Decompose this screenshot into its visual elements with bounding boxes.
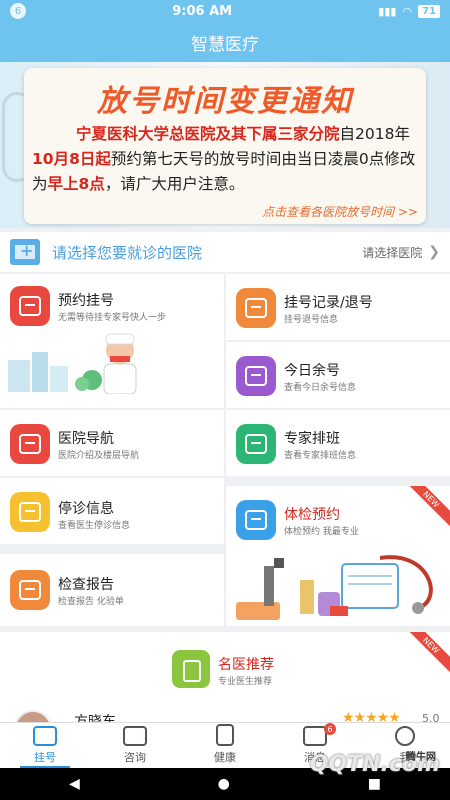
doctor-clock-icon: [10, 492, 50, 532]
tile-suspension[interactable]: 停诊信息 查看医生停诊信息: [0, 478, 224, 544]
chat-bubble-icon: [123, 726, 147, 746]
medical-equipment-illustration: [236, 555, 433, 620]
doctor-icon: [236, 424, 276, 464]
hospital-selector[interactable]: 请选择您要就诊的医院 请选择医院 ❯: [0, 232, 450, 272]
notice-link[interactable]: 点击查看各医院放号时间 >>: [262, 203, 418, 220]
tile-appointment[interactable]: 预约挂号 无需等待挂专家号快人一步: [0, 274, 224, 408]
status-bar: 6 9:06 AM ▮▮▮ ◠ 71: [0, 0, 450, 22]
tile-title: 挂号记录/退号: [284, 295, 373, 311]
tile-title: 体检预约: [284, 507, 340, 523]
tile-subtitle: 检查报告 化验单: [58, 597, 124, 607]
notice-card[interactable]: 放号时间变更通知 宁夏医科大学总医院及其下属三家分院自2018年10月8日起预约…: [24, 68, 426, 224]
hospital-select-label[interactable]: 请选择医院: [362, 244, 422, 261]
tab-label: 挂号: [34, 751, 56, 764]
tile-title: 今日余号: [284, 363, 340, 379]
app-title-bar: 智慧医疗: [0, 22, 450, 62]
famous-subtitle: 专业医生推荐: [218, 677, 273, 687]
clipboard-icon: [216, 724, 234, 746]
tile-subtitle: 查看专家排班信息: [284, 451, 357, 461]
thumbs-up-icon: [172, 650, 210, 688]
chevron-right-icon: ❯: [428, 244, 440, 260]
hospital-icon: [10, 239, 40, 265]
wifi-icon: ◠: [402, 4, 413, 18]
tile-report[interactable]: 检查报告 检查报告 化验单: [0, 554, 224, 626]
tile-title: 专家排班: [284, 431, 340, 447]
doctor-list-item[interactable]: 方晓东 ★★★★★ 5.0: [0, 702, 450, 724]
tab-register[interactable]: 挂号: [0, 723, 90, 768]
tile-remaining[interactable]: 今日余号 查看今日余号信息: [226, 342, 450, 408]
recent-apps-icon[interactable]: ■: [368, 776, 381, 792]
notification-icon: 6: [10, 3, 26, 19]
tile-subtitle: 无需等待挂专家号快人一步: [58, 313, 167, 323]
tab-label: 健康: [214, 751, 236, 764]
notice-title: 放号时间变更通知: [97, 84, 353, 119]
famous-title: 名医推荐: [218, 657, 274, 673]
notice-banner[interactable]: 放号时间变更通知 宁夏医科大学总医院及其下属三家分院自2018年10月8日起预约…: [0, 62, 450, 228]
tab-consult[interactable]: 咨询: [90, 723, 180, 768]
person-icon: [395, 726, 415, 746]
status-indicators: ▮▮▮ ◠ 71: [378, 4, 440, 18]
page-title: 智慧医疗: [191, 34, 259, 55]
tile-subtitle: 挂号退号信息: [284, 315, 339, 325]
status-time: 9:06 AM: [172, 3, 233, 19]
battery-icon: 71: [418, 4, 440, 18]
tile-title: 检查报告: [58, 577, 114, 593]
tile-title: 医院导航: [58, 431, 114, 447]
monitor-plus-icon: [33, 726, 57, 746]
famous-doctors-section[interactable]: NEW 名医推荐 专业医生推荐: [0, 632, 450, 702]
tab-label: 咨询: [124, 751, 146, 764]
tile-subtitle: 查看医生停诊信息: [58, 521, 131, 531]
hospital-building-icon: [10, 424, 50, 464]
calendar-clock-icon: [10, 286, 50, 326]
tile-schedule[interactable]: 专家排班 查看专家排班信息: [226, 410, 450, 476]
tile-records[interactable]: 挂号记录/退号 挂号退号信息: [226, 274, 450, 340]
watermark-logo: 腾牛网 QQTN.com: [309, 752, 440, 777]
home-icon[interactable]: ●: [218, 776, 230, 792]
doctor-illustration: [8, 333, 137, 394]
tile-subtitle: 体检预约 我最专业: [284, 527, 359, 537]
back-icon[interactable]: ◀: [69, 776, 80, 792]
hospital-prompt: 请选择您要就诊的医院: [52, 243, 203, 262]
message-count-badge: 6: [324, 723, 336, 735]
new-badge: NEW: [404, 632, 450, 678]
stethoscope-icon: [236, 500, 276, 540]
tab-health[interactable]: 健康: [180, 723, 270, 768]
tile-checkup[interactable]: NEW 体检预约 体检预约 我最专业: [226, 486, 450, 626]
tile-subtitle: 医院介绍及楼层导航: [58, 451, 140, 461]
tile-title: 预约挂号: [58, 293, 114, 309]
report-icon: [10, 570, 50, 610]
tile-navigation[interactable]: 医院导航 医院介绍及楼层导航: [0, 410, 224, 476]
tile-title: 停诊信息: [58, 501, 114, 517]
medical-kit-icon: [236, 288, 276, 328]
new-badge: NEW: [404, 486, 450, 532]
tile-subtitle: 查看今日余号信息: [284, 383, 357, 393]
signal-icon: ▮▮▮: [378, 4, 397, 18]
notice-body: 宁夏医科大学总医院及其下属三家分院自2018年10月8日起预约第七天号的放号时间…: [32, 125, 416, 193]
clipboard-icon: [236, 356, 276, 396]
